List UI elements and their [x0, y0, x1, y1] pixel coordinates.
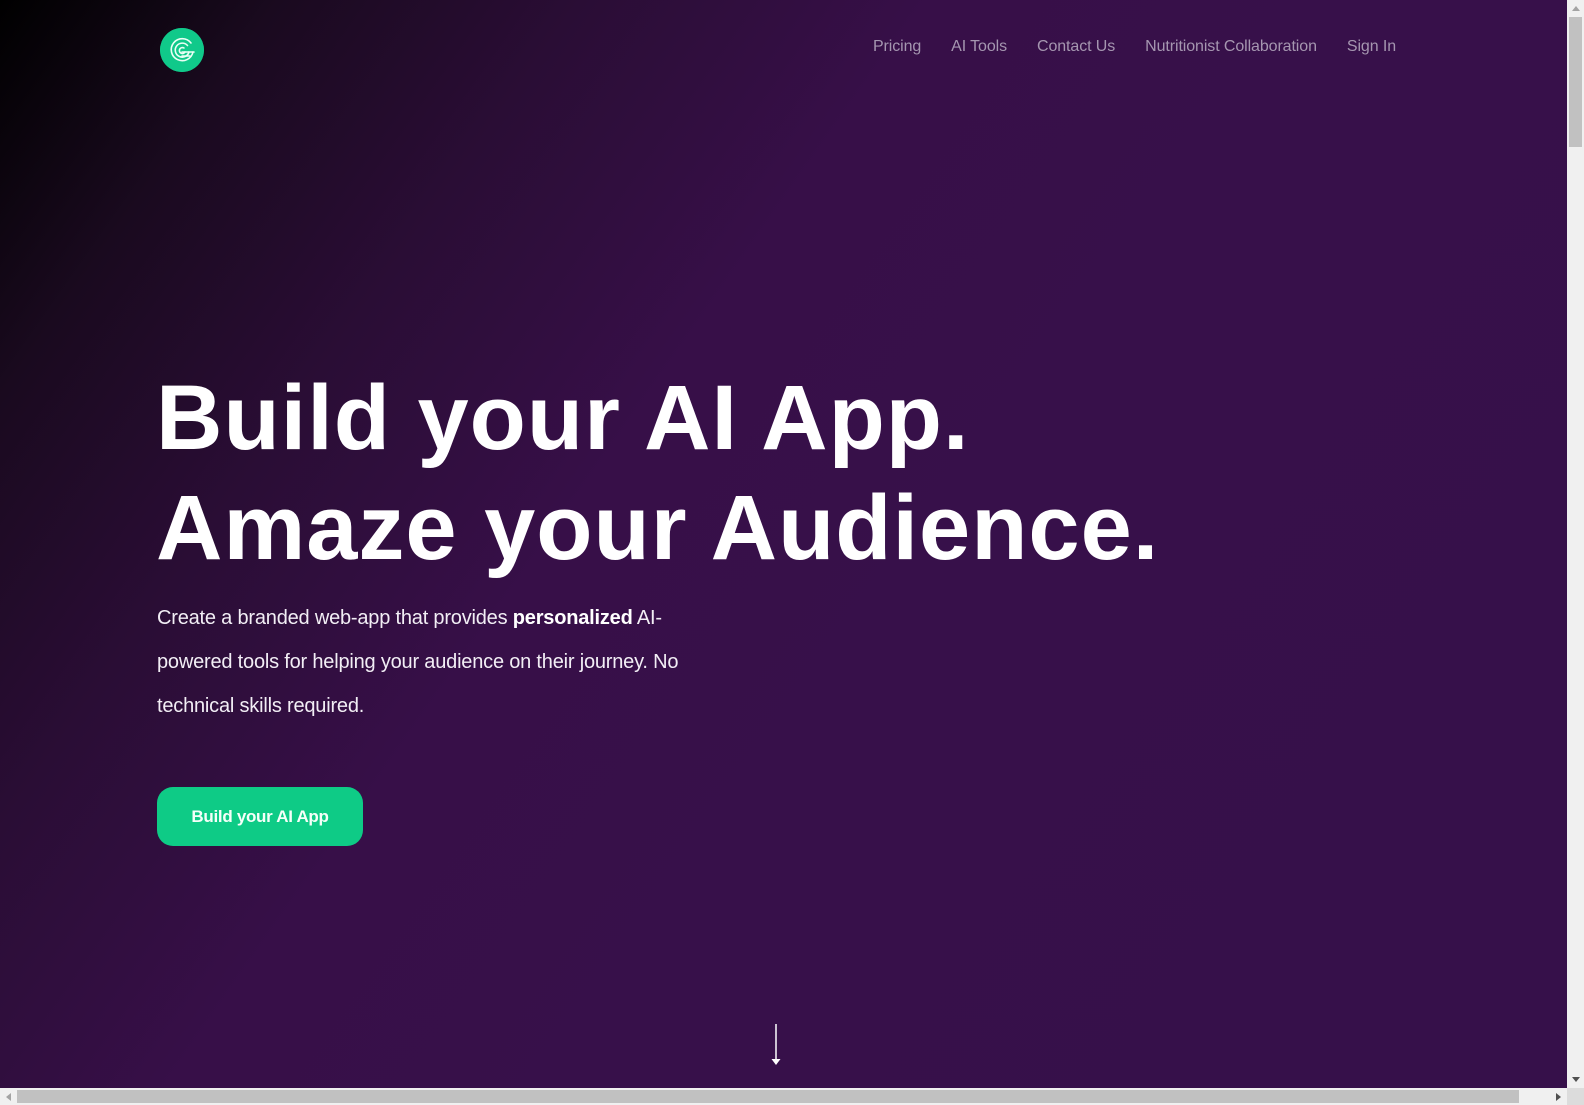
nav-link-nutritionist-collaboration[interactable]: Nutritionist Collaboration — [1145, 38, 1317, 56]
hero-title: Build your AI App. Amaze your Audience. — [156, 363, 1159, 583]
nav-link-pricing[interactable]: Pricing — [873, 38, 921, 56]
vertical-scrollbar[interactable] — [1567, 0, 1584, 1088]
build-ai-app-button[interactable]: Build your AI App — [157, 787, 363, 846]
nav-link-contact-us[interactable]: Contact Us — [1037, 38, 1115, 56]
caret-up-icon — [1571, 6, 1580, 11]
horizontal-scroll-thumb[interactable] — [17, 1090, 1519, 1103]
hero-subtitle-emphasis: personalized — [512, 607, 633, 629]
caret-right-icon — [1556, 1092, 1561, 1101]
hero-subtitle-text-1: Create a branded web-app that provides — [157, 607, 513, 629]
scroll-down-button[interactable] — [1567, 1071, 1584, 1088]
logo-link[interactable] — [160, 28, 204, 72]
hero-title-line-2: Amaze your Audience. — [156, 477, 1160, 579]
nav-link-sign-in[interactable]: Sign In — [1347, 38, 1396, 56]
logo-icon — [160, 28, 204, 72]
nav-links: Pricing AI Tools Contact Us Nutritionist… — [873, 38, 1396, 56]
caret-left-icon — [6, 1092, 11, 1101]
page-viewport: Pricing AI Tools Contact Us Nutritionist… — [0, 0, 1567, 1088]
scroll-up-button[interactable] — [1567, 0, 1584, 17]
scroll-right-button[interactable] — [1550, 1088, 1567, 1105]
scroll-left-button[interactable] — [0, 1088, 17, 1105]
arrow-down-icon[interactable] — [770, 1024, 782, 1066]
vertical-scroll-thumb[interactable] — [1569, 17, 1582, 147]
scrollbar-corner — [1567, 1088, 1584, 1105]
horizontal-scrollbar[interactable] — [0, 1088, 1567, 1105]
top-nav: Pricing AI Tools Contact Us Nutritionist… — [0, 0, 1567, 100]
hero-title-line-1: Build your AI App. — [156, 367, 970, 469]
nav-link-ai-tools[interactable]: AI Tools — [951, 38, 1007, 56]
hero-subtitle: Create a branded web-app that provides p… — [157, 596, 717, 728]
caret-down-icon — [1571, 1077, 1580, 1082]
